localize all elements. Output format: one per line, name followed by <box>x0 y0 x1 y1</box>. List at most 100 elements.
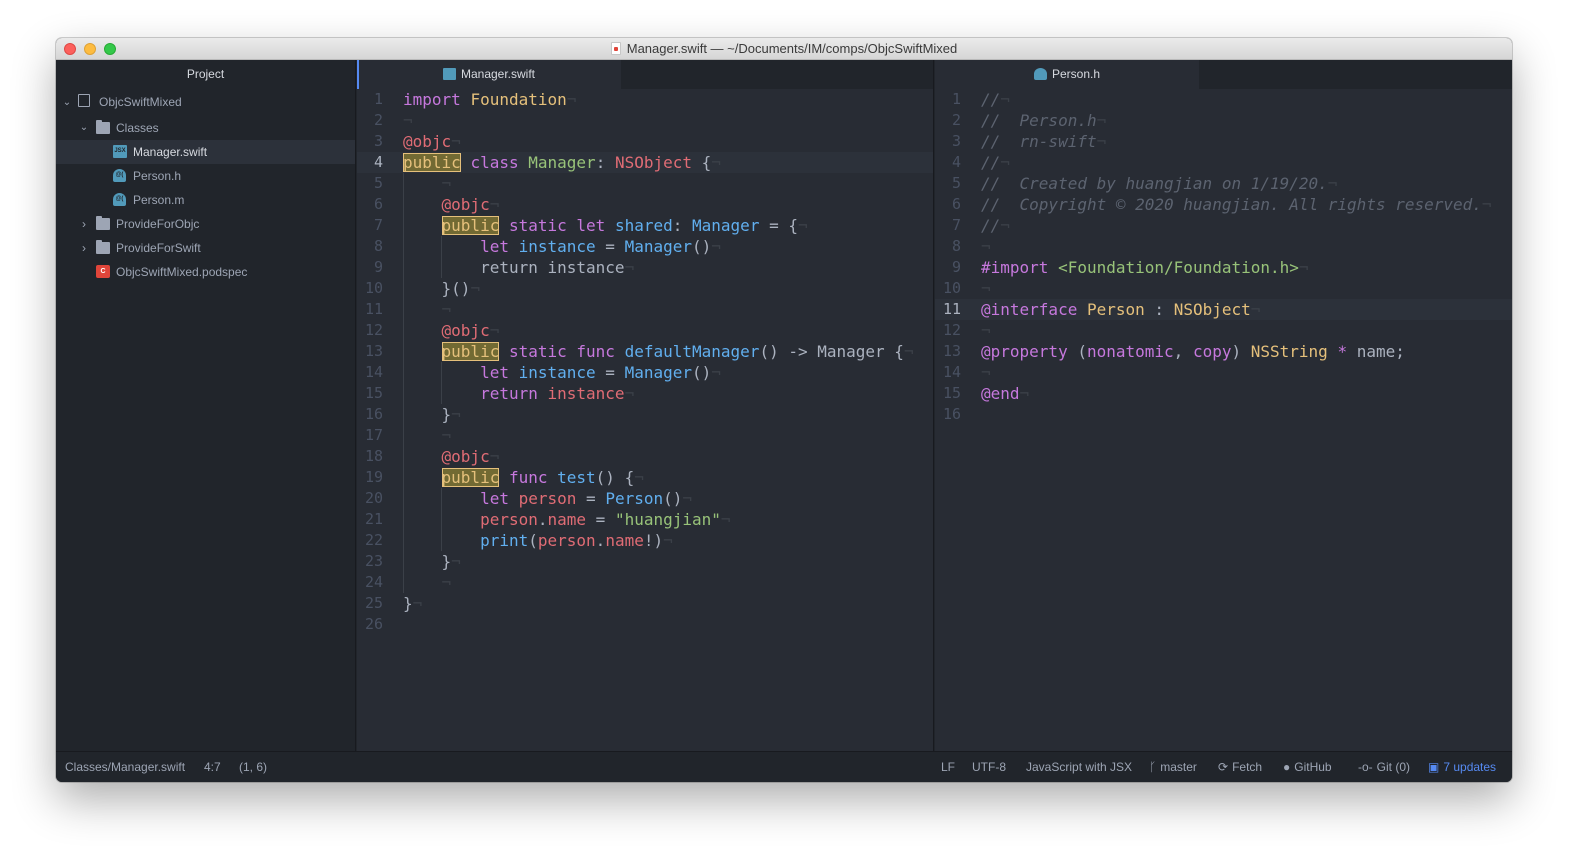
folder-icon <box>96 240 110 254</box>
window-title: Manager.swift — ~/Documents/IM/comps/Obj… <box>56 41 1512 56</box>
status-cursor-position[interactable]: 4:7 <box>204 752 221 782</box>
code-line: 22 print(person.name!)¬ <box>357 530 933 551</box>
line-number: 3 <box>951 132 961 150</box>
code-line: 1 import Foundation¬ <box>357 89 933 110</box>
tree-item-objcswiftmixed[interactable]: ⌄ ObjcSwiftMixed <box>56 89 355 116</box>
line-number: 12 <box>942 321 961 339</box>
code-line: 15 return instance¬ <box>357 383 933 404</box>
tree-item-label: ObjcSwiftMixed <box>99 95 182 109</box>
line-number: 7 <box>373 216 383 234</box>
line-number: 13 <box>364 342 383 360</box>
tree-item-provideforswift[interactable]: › ProvideForSwift <box>56 236 355 260</box>
line-number: 9 <box>951 258 961 276</box>
code-line: 11 ¬ <box>357 299 933 320</box>
line-number: 2 <box>951 111 961 129</box>
package-icon: ▣ <box>1428 760 1440 774</box>
tree-item-label: ProvideForObjc <box>116 217 200 231</box>
line-number: 15 <box>364 384 383 402</box>
swift-file-icon: JSX <box>113 145 127 158</box>
status-github[interactable]: ● GitHub <box>1283 752 1332 782</box>
status-git[interactable]: -o- Git (0) <box>1358 752 1410 782</box>
line-number: 25 <box>364 594 383 612</box>
folder-icon <box>96 120 110 134</box>
tree-item-podspec[interactable]: C ObjcSwiftMixed.podspec <box>56 260 355 284</box>
code-line: 13 public static func defaultManager() -… <box>357 341 933 362</box>
line-number: 26 <box>364 615 383 633</box>
tree-item-person-m[interactable]: @( Person.m <box>56 188 355 212</box>
github-icon: ● <box>1283 760 1291 774</box>
code-line: 25}¬ <box>357 593 933 614</box>
chevron-right-icon[interactable]: › <box>79 212 89 236</box>
status-grammar[interactable]: JavaScript with JSX <box>1026 752 1132 782</box>
line-number: 5 <box>951 174 961 192</box>
code-line: 7 public static let shared: Manager = {¬ <box>357 215 933 236</box>
tab-person-h[interactable]: Person.h <box>935 60 1199 89</box>
objc-file-icon <box>1033 68 1047 80</box>
line-number: 10 <box>942 279 961 297</box>
code-editor-left[interactable]: 1 import Foundation¬ 2 ¬ 3 @objc¬ 4 public c… <box>357 89 933 751</box>
code-line: 24 ¬ <box>357 572 933 593</box>
status-fetch[interactable]: ⟳ Fetch <box>1218 752 1262 782</box>
code-line: 12 @objc¬ <box>357 320 933 341</box>
code-line: 9 return instance¬ <box>357 257 933 278</box>
tree-item-provideforobjc[interactable]: › ProvideForObjc <box>56 212 355 236</box>
chevron-down-icon[interactable]: ⌄ <box>62 89 72 116</box>
editor-pane-left: Manager.swift 1 import Foundation¬ 2 ¬ 3 @o… <box>357 60 934 751</box>
status-line-ending[interactable]: LF <box>941 752 955 782</box>
line-number: 5 <box>373 174 383 192</box>
line-number: 7 <box>951 216 961 234</box>
code-line: 12 ¬ <box>935 320 1512 341</box>
code-line: 17 ¬ <box>357 425 933 446</box>
objc-file-icon: @( <box>113 193 126 206</box>
line-number: 11 <box>942 300 961 318</box>
tree-item-classes[interactable]: ⌄ Classes <box>56 116 355 140</box>
line-number: 17 <box>364 426 383 444</box>
code-line: 20 let person = Person()¬ <box>357 488 933 509</box>
status-updates[interactable]: ▣ 7 updates <box>1428 752 1496 782</box>
line-number: 10 <box>364 279 383 297</box>
tree-item-label: Person.m <box>133 193 185 207</box>
tree-item-label: Person.h <box>133 169 182 183</box>
code-line: 3// rn-swift¬ <box>935 131 1512 152</box>
occurrence-highlight: public <box>441 342 500 361</box>
code-line: 14 let instance = Manager()¬ <box>357 362 933 383</box>
code-editor-right[interactable]: 1//¬ 2// Person.h¬ 3// rn-swift¬ 4//¬ 5/… <box>935 89 1512 751</box>
git-branch-icon: ᚴ <box>1149 760 1157 774</box>
line-number: 22 <box>364 531 383 549</box>
chevron-down-icon[interactable]: ⌄ <box>79 116 89 140</box>
line-number: 1 <box>373 90 383 108</box>
tree-item-manager-swift[interactable]: JSX Manager.swift <box>56 140 355 164</box>
code-line: 8 let instance = Manager()¬ <box>357 236 933 257</box>
status-file-path[interactable]: Classes/Manager.swift <box>65 752 185 782</box>
line-number: 20 <box>364 489 383 507</box>
tab-manager-swift[interactable]: Manager.swift <box>357 60 621 89</box>
line-number: 8 <box>951 237 961 255</box>
selection-highlight: public <box>403 153 461 172</box>
podspec-file-icon: C <box>96 265 110 278</box>
code-line: 3 @objc¬ <box>357 131 933 152</box>
status-selection-count: (1, 6) <box>239 760 268 774</box>
tab-bar-right: Person.h <box>935 60 1512 89</box>
editor-window: Manager.swift — ~/Documents/IM/comps/Obj… <box>56 38 1512 782</box>
code-line: 16 }¬ <box>357 404 933 425</box>
tree-item-person-h[interactable]: @( Person.h <box>56 164 355 188</box>
line-number: 4 <box>951 153 961 171</box>
line-number: 2 <box>373 111 383 129</box>
code-line: 14 ¬ <box>935 362 1512 383</box>
project-sidebar: Project ⌄ ObjcSwiftMixed ⌄ Classes JSX M… <box>56 60 356 751</box>
code-line: 15 @end¬ <box>935 383 1512 404</box>
code-line-current: 11 @interface Person : NSObject¬ <box>935 299 1512 320</box>
code-line: 21 person.name = "huangjian"¬ <box>357 509 933 530</box>
line-number: 9 <box>373 258 383 276</box>
line-number: 8 <box>373 237 383 255</box>
code-line-current: 4 public class Manager: NSObject {¬ <box>357 152 933 173</box>
code-line: 18 @objc¬ <box>357 446 933 467</box>
chevron-right-icon[interactable]: › <box>79 236 89 260</box>
code-line: 2 ¬ <box>357 110 933 131</box>
status-branch[interactable]: ᚴ master <box>1149 752 1197 782</box>
line-number: 16 <box>942 405 961 423</box>
swift-file-icon <box>442 68 456 80</box>
tree-item-label: Manager.swift <box>133 145 208 159</box>
line-number: 24 <box>364 573 383 591</box>
status-encoding[interactable]: UTF-8 <box>972 752 1006 782</box>
